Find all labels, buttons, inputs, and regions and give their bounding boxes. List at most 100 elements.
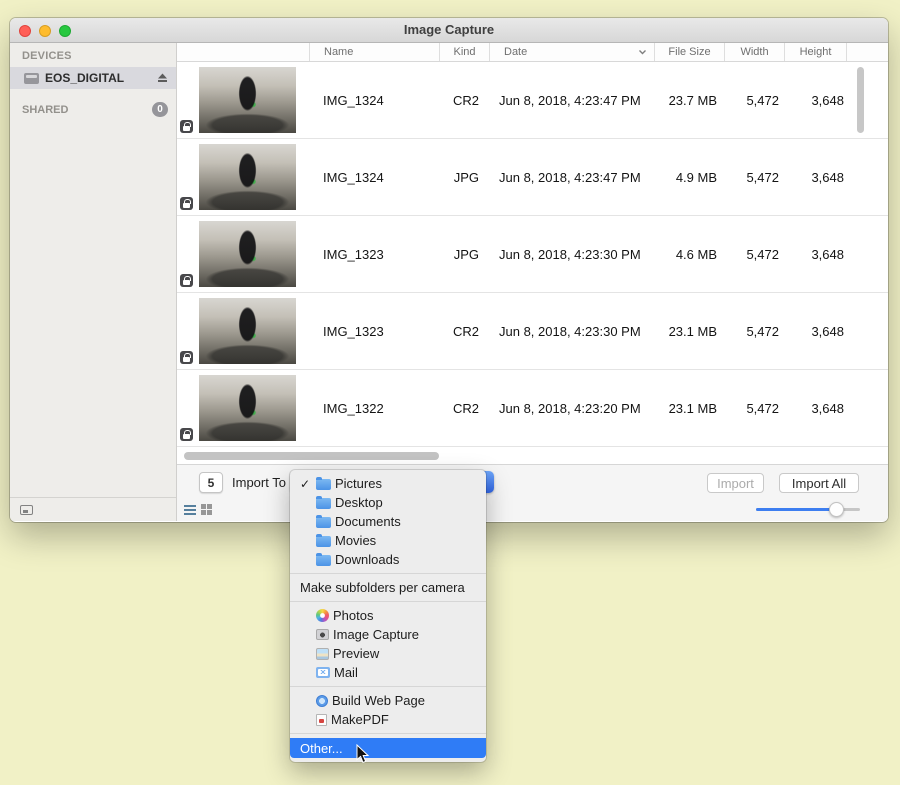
thumbnail-size-slider[interactable]: [756, 498, 860, 521]
menu-item-label: Mail: [334, 665, 358, 680]
cell-date: Jun 8, 2018, 4:23:30 PM: [489, 293, 654, 369]
slider-fill: [756, 508, 836, 511]
shared-section-header[interactable]: SHARED 0: [10, 102, 176, 117]
cell-width: 5,472: [724, 293, 784, 369]
menu-item-pictures[interactable]: ✓ Pictures: [290, 474, 486, 493]
folder-icon: [316, 536, 331, 547]
table-row[interactable]: IMG_1324 JPG Jun 8, 2018, 4:23:47 PM 4.9…: [177, 139, 888, 216]
cell-kind: CR2: [439, 293, 489, 369]
cell-width: 5,472: [724, 370, 784, 446]
menu-item-label: Make subfolders per camera: [300, 580, 465, 595]
menu-item-label: Movies: [335, 533, 376, 548]
cell-kind: JPG: [439, 139, 489, 215]
eject-icon[interactable]: [157, 73, 168, 83]
menu-item-build-web-page[interactable]: Build Web Page: [290, 691, 486, 710]
column-header-height[interactable]: Height: [784, 43, 846, 61]
cell-filler: [846, 139, 888, 215]
column-header-width[interactable]: Width: [724, 43, 784, 61]
thumbnail-cell: [177, 62, 309, 138]
sidebar-item-eos-digital[interactable]: EOS_DIGITAL: [10, 67, 176, 89]
column-header-date[interactable]: Date: [489, 43, 654, 61]
bottom-toolbar: 5 Import To Import Import All: [177, 464, 888, 498]
cell-date: Jun 8, 2018, 4:23:47 PM: [489, 139, 654, 215]
webpage-icon: [316, 695, 328, 707]
photo-thumbnail: [199, 375, 296, 441]
table-row[interactable]: IMG_1323 JPG Jun 8, 2018, 4:23:30 PM 4.6…: [177, 216, 888, 293]
slider-thumb[interactable]: [829, 502, 844, 517]
cell-name: IMG_1322: [309, 370, 439, 446]
table-header: Name Kind Date File Size Width Height: [177, 43, 888, 62]
column-header-file-size[interactable]: File Size: [654, 43, 724, 61]
menu-item-label: Pictures: [335, 476, 382, 491]
import-button[interactable]: Import: [707, 473, 764, 493]
column-header-thumbnail: [177, 43, 309, 61]
photo-thumbnail: [199, 144, 296, 210]
menu-item-label: MakePDF: [331, 712, 389, 727]
menu-item-documents[interactable]: Documents: [290, 512, 486, 531]
device-info-toggle-icon[interactable]: [20, 505, 33, 515]
zoom-button[interactable]: [59, 25, 71, 37]
cell-filler: [846, 216, 888, 292]
menu-item-movies[interactable]: Movies: [290, 531, 486, 550]
vertical-scrollbar[interactable]: [857, 67, 864, 133]
image-capture-icon: [316, 629, 329, 640]
pdf-icon: [316, 714, 327, 726]
menu-item-preview[interactable]: Preview: [290, 644, 486, 663]
menu-item-mail[interactable]: Mail: [290, 663, 486, 682]
thumbnail-cell: [177, 293, 309, 369]
menu-item-make-subfolders-per-camera[interactable]: Make subfolders per camera: [290, 578, 486, 597]
table-row[interactable]: IMG_1323 CR2 Jun 8, 2018, 4:23:30 PM 23.…: [177, 293, 888, 370]
grid-view-icon[interactable]: [201, 504, 212, 515]
horizontal-scrollbar[interactable]: [184, 452, 439, 460]
menu-item-label: Photos: [333, 608, 373, 623]
photo-thumbnail: [199, 221, 296, 287]
list-view-icon[interactable]: [184, 505, 196, 515]
cell-name: IMG_1323: [309, 293, 439, 369]
menu-item-photos[interactable]: Photos: [290, 606, 486, 625]
sort-descending-icon: [638, 46, 647, 58]
import-to-label: Import To: [232, 465, 286, 499]
devices-section-header: DEVICES: [22, 50, 176, 62]
cell-kind: JPG: [439, 216, 489, 292]
cell-height: 3,648: [784, 293, 846, 369]
menu-item-label: Other...: [300, 741, 343, 756]
menu-item-label: Build Web Page: [332, 693, 425, 708]
minimize-button[interactable]: [39, 25, 51, 37]
checkmark-icon: ✓: [300, 477, 312, 491]
sidebar: DEVICES EOS_DIGITAL SHARED 0: [10, 43, 177, 521]
menu-item-image-capture[interactable]: Image Capture: [290, 625, 486, 644]
cell-filler: [846, 62, 888, 138]
menu-item-other[interactable]: Other...: [290, 738, 486, 758]
preview-icon: [316, 648, 329, 660]
cell-name: IMG_1324: [309, 62, 439, 138]
device-name: EOS_DIGITAL: [45, 71, 151, 85]
cell-kind: CR2: [439, 370, 489, 446]
cell-file-size: 23.1 MB: [654, 370, 724, 446]
menu-item-label: Documents: [335, 514, 401, 529]
titlebar[interactable]: Image Capture: [10, 18, 888, 43]
table-row[interactable]: IMG_1322 CR2 Jun 8, 2018, 4:23:20 PM 23.…: [177, 370, 888, 447]
import-all-button[interactable]: Import All: [779, 473, 859, 493]
menu-item-downloads[interactable]: Downloads: [290, 550, 486, 569]
close-button[interactable]: [19, 25, 31, 37]
column-header-name[interactable]: Name: [309, 43, 439, 61]
sidebar-footer: [10, 497, 176, 521]
cell-filler: [846, 370, 888, 446]
cell-date: Jun 8, 2018, 4:23:30 PM: [489, 216, 654, 292]
cell-file-size: 23.1 MB: [654, 293, 724, 369]
menu-item-desktop[interactable]: Desktop: [290, 493, 486, 512]
cell-width: 5,472: [724, 139, 784, 215]
menu-item-makepdf[interactable]: MakePDF: [290, 710, 486, 729]
lock-icon: [180, 274, 193, 287]
column-header-kind[interactable]: Kind: [439, 43, 489, 61]
folder-icon: [316, 517, 331, 528]
cell-height: 3,648: [784, 62, 846, 138]
menu-separator: [290, 601, 486, 602]
cell-width: 5,472: [724, 216, 784, 292]
cell-file-size: 4.9 MB: [654, 139, 724, 215]
table-row[interactable]: IMG_1324 CR2 Jun 8, 2018, 4:23:47 PM 23.…: [177, 62, 888, 139]
menu-item-label: Desktop: [335, 495, 383, 510]
cell-date: Jun 8, 2018, 4:23:20 PM: [489, 370, 654, 446]
photos-icon: [316, 609, 329, 622]
status-bar: [177, 498, 888, 521]
